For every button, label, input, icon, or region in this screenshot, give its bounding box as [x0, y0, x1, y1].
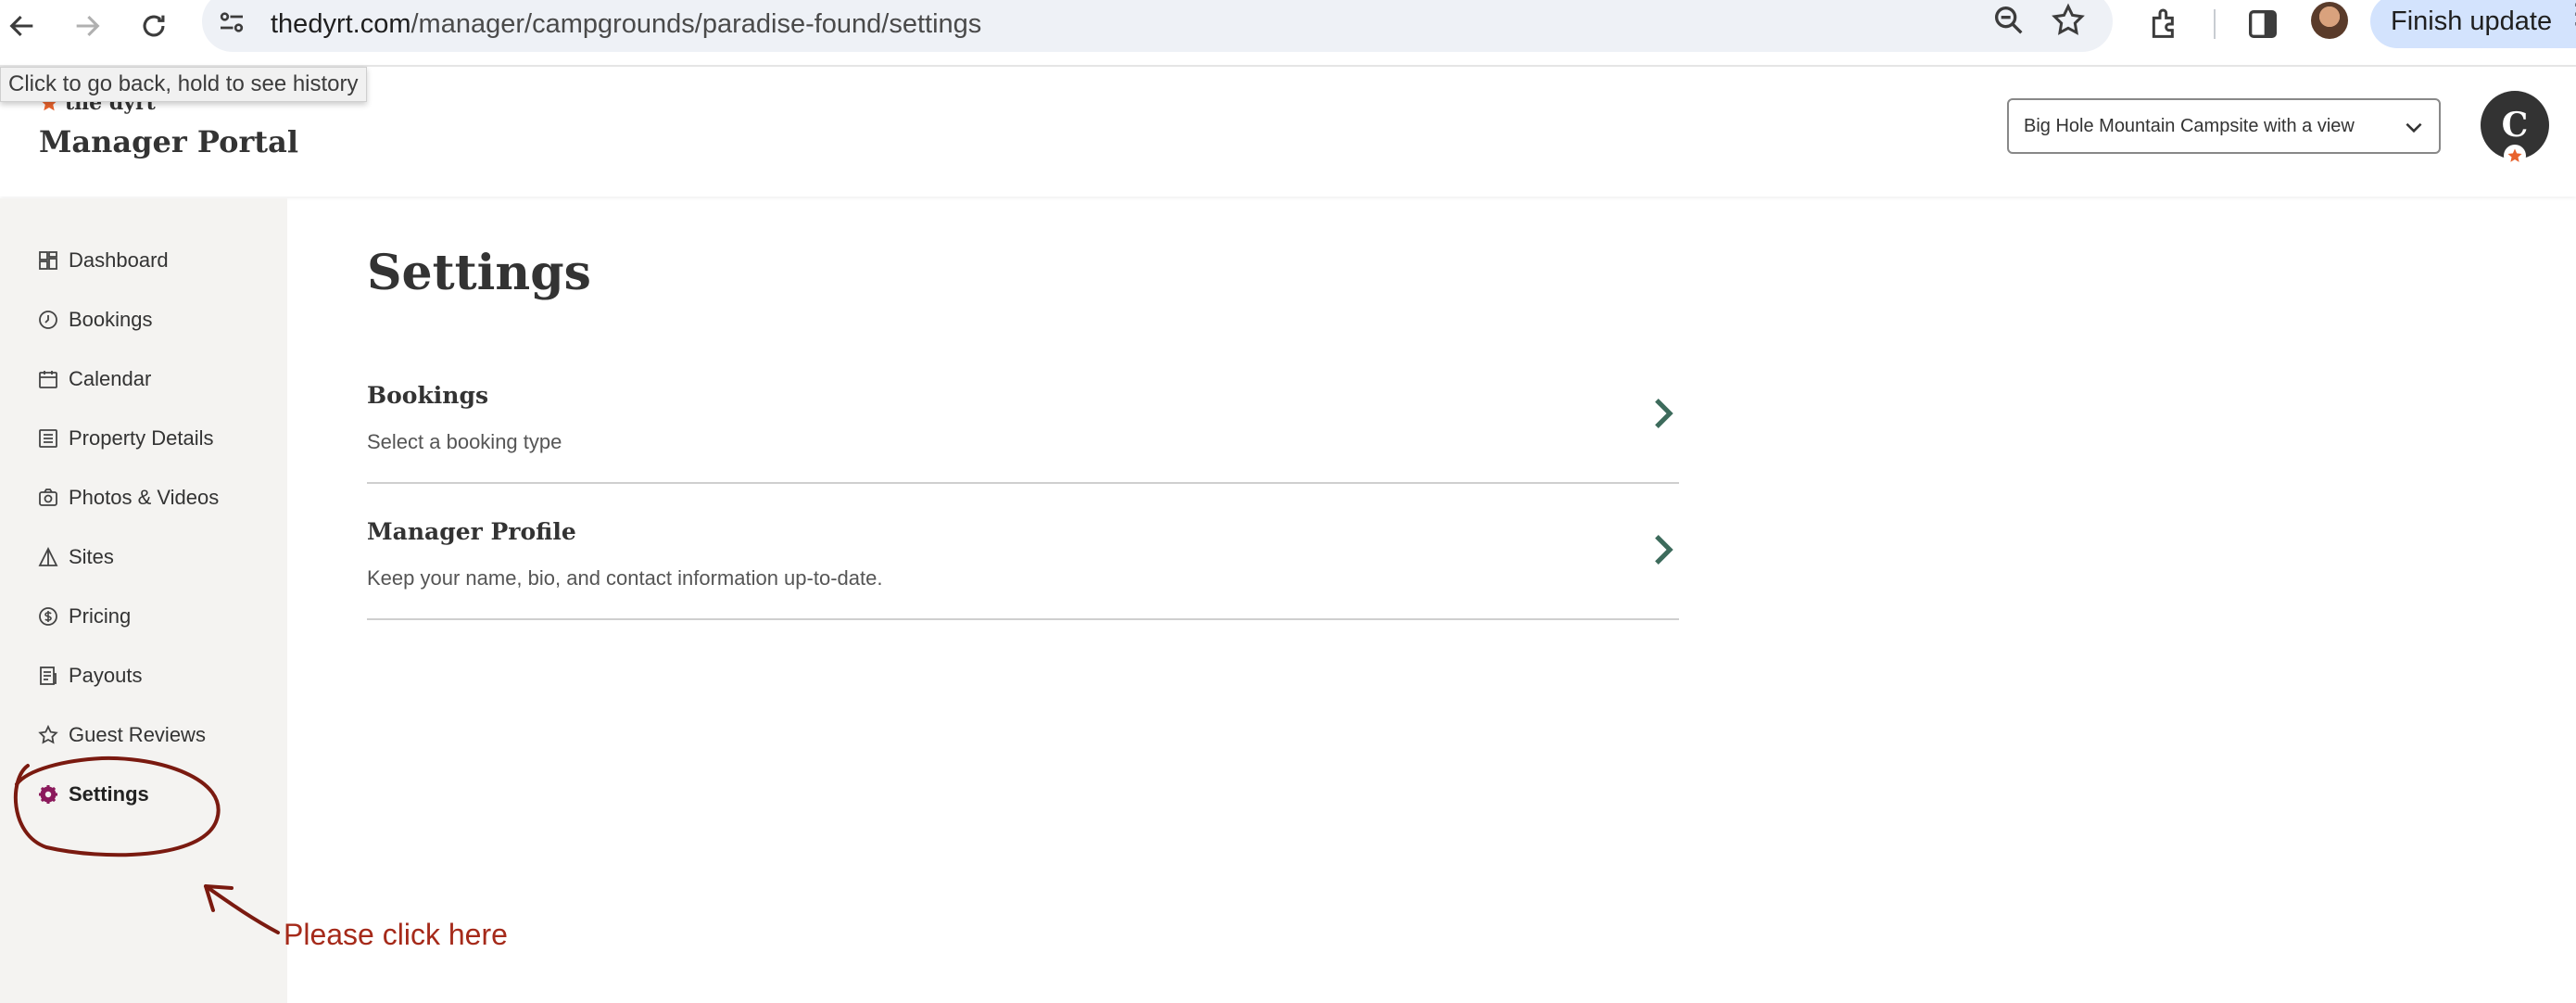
forward-button[interactable] — [67, 6, 107, 46]
back-button[interactable] — [2, 6, 43, 46]
property-details-icon — [39, 429, 57, 448]
url-path: /manager/campgrounds/paradise-found/sett… — [410, 9, 982, 39]
page-title: Settings — [367, 245, 591, 301]
setting-title: Bookings — [367, 382, 489, 409]
sidebar-item-label: Property Details — [69, 426, 214, 450]
payouts-icon — [40, 667, 57, 685]
settings-row-bookings[interactable]: Bookings Select a booking type — [367, 349, 1679, 484]
portal-title: Manager Portal — [39, 124, 298, 159]
chevron-right-icon — [1655, 535, 1673, 565]
url-host: thedyrt.com — [271, 9, 411, 39]
sidebar-item-bookings[interactable]: Bookings — [37, 301, 153, 338]
campground-select[interactable]: Big Hole Mountain Campsite with a view — [2007, 98, 2441, 154]
browser-toolbar: thedyrt.com/manager/campgrounds/paradise… — [0, 0, 2576, 67]
chevron-right-icon — [1655, 399, 1673, 428]
tent-icon — [38, 546, 58, 566]
reload-icon — [143, 15, 165, 37]
toolbar-divider — [2214, 9, 2216, 39]
setting-description: Select a booking type — [367, 430, 562, 453]
browser-menu-icon[interactable]: ⋮ — [2563, 0, 2576, 31]
sidebar-item-photos-videos[interactable]: Photos & Videos — [37, 479, 219, 516]
url-text[interactable]: thedyrt.com/manager/campgrounds/paradise… — [271, 9, 981, 40]
camera-icon — [39, 489, 57, 506]
back-button-tooltip: Click to go back, hold to see history — [0, 67, 367, 102]
address-bar[interactable]: thedyrt.com/manager/campgrounds/paradise… — [202, 0, 2113, 52]
user-badge-icon — [2504, 145, 2526, 167]
extensions-icon[interactable] — [2146, 6, 2183, 43]
dashboard-icon — [39, 251, 57, 270]
sidebar-item-calendar[interactable]: Calendar — [37, 361, 151, 398]
bookmark-star-icon[interactable] — [2050, 2, 2087, 39]
user-initial: C — [2501, 106, 2529, 145]
sidebar-item-dashboard[interactable]: Dashboard — [37, 242, 169, 279]
settings-row-manager-profile[interactable]: Manager Profile Keep your name, bio, and… — [367, 485, 1679, 620]
dollar-icon — [39, 607, 57, 626]
sidebar-item-sites[interactable]: Sites — [37, 539, 114, 576]
finish-update-button[interactable]: Finish update — [2370, 0, 2576, 48]
reload-button[interactable] — [133, 6, 174, 46]
sidebar-item-payouts[interactable]: Payouts — [37, 657, 143, 694]
annotation-circle-arrow — [13, 755, 280, 934]
sidebar-item-property-details[interactable]: Property Details — [37, 420, 214, 457]
campground-select-value: Big Hole Mountain Campsite with a view — [2024, 115, 2355, 136]
site-header: the dyrt Manager Portal Big Hole Mountai… — [0, 67, 2576, 197]
bookings-icon — [39, 311, 57, 329]
sidebar-item-label: Bookings — [69, 308, 153, 331]
browser-profile-avatar[interactable] — [2311, 2, 2348, 39]
setting-description: Keep your name, bio, and contact informa… — [367, 566, 883, 590]
forward-arrow-icon — [76, 15, 100, 37]
back-arrow-icon — [9, 15, 33, 37]
site-settings-icon[interactable] — [215, 6, 248, 39]
side-panel-icon[interactable] — [2244, 6, 2281, 43]
zoom-icon[interactable] — [1990, 2, 2027, 39]
sidebar-item-label: Pricing — [69, 604, 132, 628]
sidebar-item-label: Dashboard — [69, 248, 169, 272]
calendar-icon — [39, 371, 57, 388]
sidebar-item-label: Sites — [69, 545, 114, 568]
finish-update-label: Finish update — [2391, 6, 2553, 36]
sidebar-item-label: Photos & Videos — [69, 486, 220, 509]
chevron-down-icon — [2406, 122, 2422, 133]
sidebar-item-label: Payouts — [69, 664, 143, 687]
setting-title: Manager Profile — [367, 518, 576, 545]
sidebar-item-label: Calendar — [69, 367, 152, 390]
annotation-text: Please click here — [284, 918, 508, 951]
sidebar-item-pricing[interactable]: Pricing — [37, 598, 131, 635]
